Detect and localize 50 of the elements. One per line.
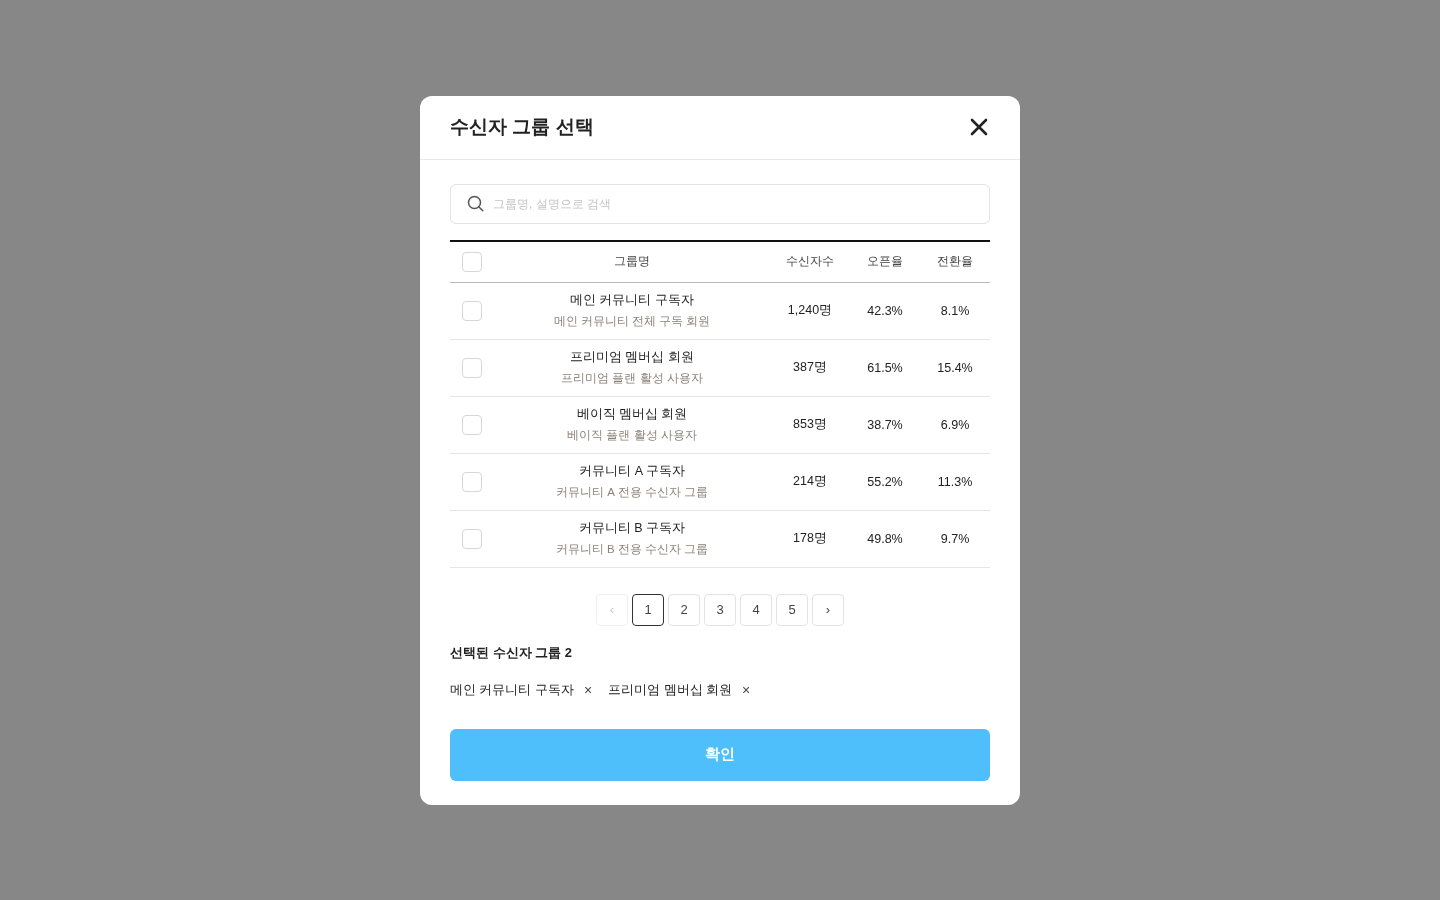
- search-field[interactable]: 그룹명, 설명으로 검색: [450, 183, 990, 224]
- open-rate: 61.5%: [866, 360, 904, 375]
- open-rate: 49.8%: [866, 531, 904, 546]
- checkbox[interactable]: [462, 528, 482, 549]
- open-rate: 55.2%: [866, 474, 904, 489]
- remove-button[interactable]: ×: [740, 683, 753, 697]
- checkbox[interactable]: [462, 300, 482, 321]
- close-icon[interactable]: [968, 116, 990, 138]
- conversion-rate: 15.4%: [936, 360, 974, 375]
- checkbox[interactable]: [462, 251, 482, 272]
- page-button[interactable]: 5: [776, 593, 808, 626]
- recipient-count: 387명: [792, 359, 828, 376]
- checkbox[interactable]: [462, 414, 482, 435]
- remove-button[interactable]: ×: [581, 683, 595, 697]
- search-icon: [467, 194, 484, 212]
- group-name: 메인 커뮤니티 구독자: [570, 292, 694, 309]
- selected-groups-title: 선택된 수신자 그룹 2: [450, 643, 573, 662]
- open-rate: 38.7%: [866, 417, 904, 432]
- page-button[interactable]: 4: [740, 593, 772, 626]
- group-name: 베이직 멤버십 회원: [576, 406, 688, 423]
- group-description: 프리미엄 플랜 활성 사용자: [561, 371, 703, 386]
- recipient-count: 214명: [792, 473, 828, 490]
- group-description: 커뮤니티 A 전용 수신자 그룹: [556, 485, 708, 500]
- column-header: 오픈율: [866, 253, 904, 270]
- column-header: 수신자수: [785, 253, 835, 270]
- column-header: 그룹명: [613, 253, 651, 270]
- group-description: 메인 커뮤니티 전체 구독 회원: [553, 314, 711, 329]
- selected-group-label: 메인 커뮤니티 구독자: [450, 681, 574, 699]
- group-name: 프리미엄 멤버십 회원: [570, 349, 694, 366]
- conversion-rate: 6.9%: [939, 417, 971, 432]
- group-name: 커뮤니티 A 구독자: [579, 463, 685, 480]
- recipient-count: 178명: [792, 530, 828, 547]
- checkbox[interactable]: [462, 357, 482, 378]
- selected-group-label: 프리미엄 멤버십 회원: [608, 681, 733, 699]
- next-page-button[interactable]: ›: [812, 593, 844, 626]
- group-description: 베이직 플랜 활성 사용자: [567, 428, 697, 443]
- group-name: 커뮤니티 B 구독자: [578, 520, 686, 537]
- page-button[interactable]: 1: [632, 593, 664, 626]
- page-button[interactable]: 2: [668, 593, 700, 626]
- conversion-rate: 9.7%: [939, 531, 971, 546]
- conversion-rate: 11.3%: [936, 474, 974, 489]
- checkbox[interactable]: [462, 471, 482, 492]
- open-rate: 42.3%: [866, 303, 904, 318]
- recipient-count: 853명: [792, 416, 828, 433]
- dialog-title: 수신자 그룹 선택: [450, 115, 594, 139]
- conversion-rate: 8.1%: [939, 303, 971, 318]
- page-button[interactable]: 3: [704, 593, 736, 626]
- recipient-count: 1,240명: [786, 302, 834, 319]
- column-header: 전환율: [936, 253, 974, 270]
- group-description: 커뮤니티 B 전용 수신자 그룹: [555, 542, 709, 557]
